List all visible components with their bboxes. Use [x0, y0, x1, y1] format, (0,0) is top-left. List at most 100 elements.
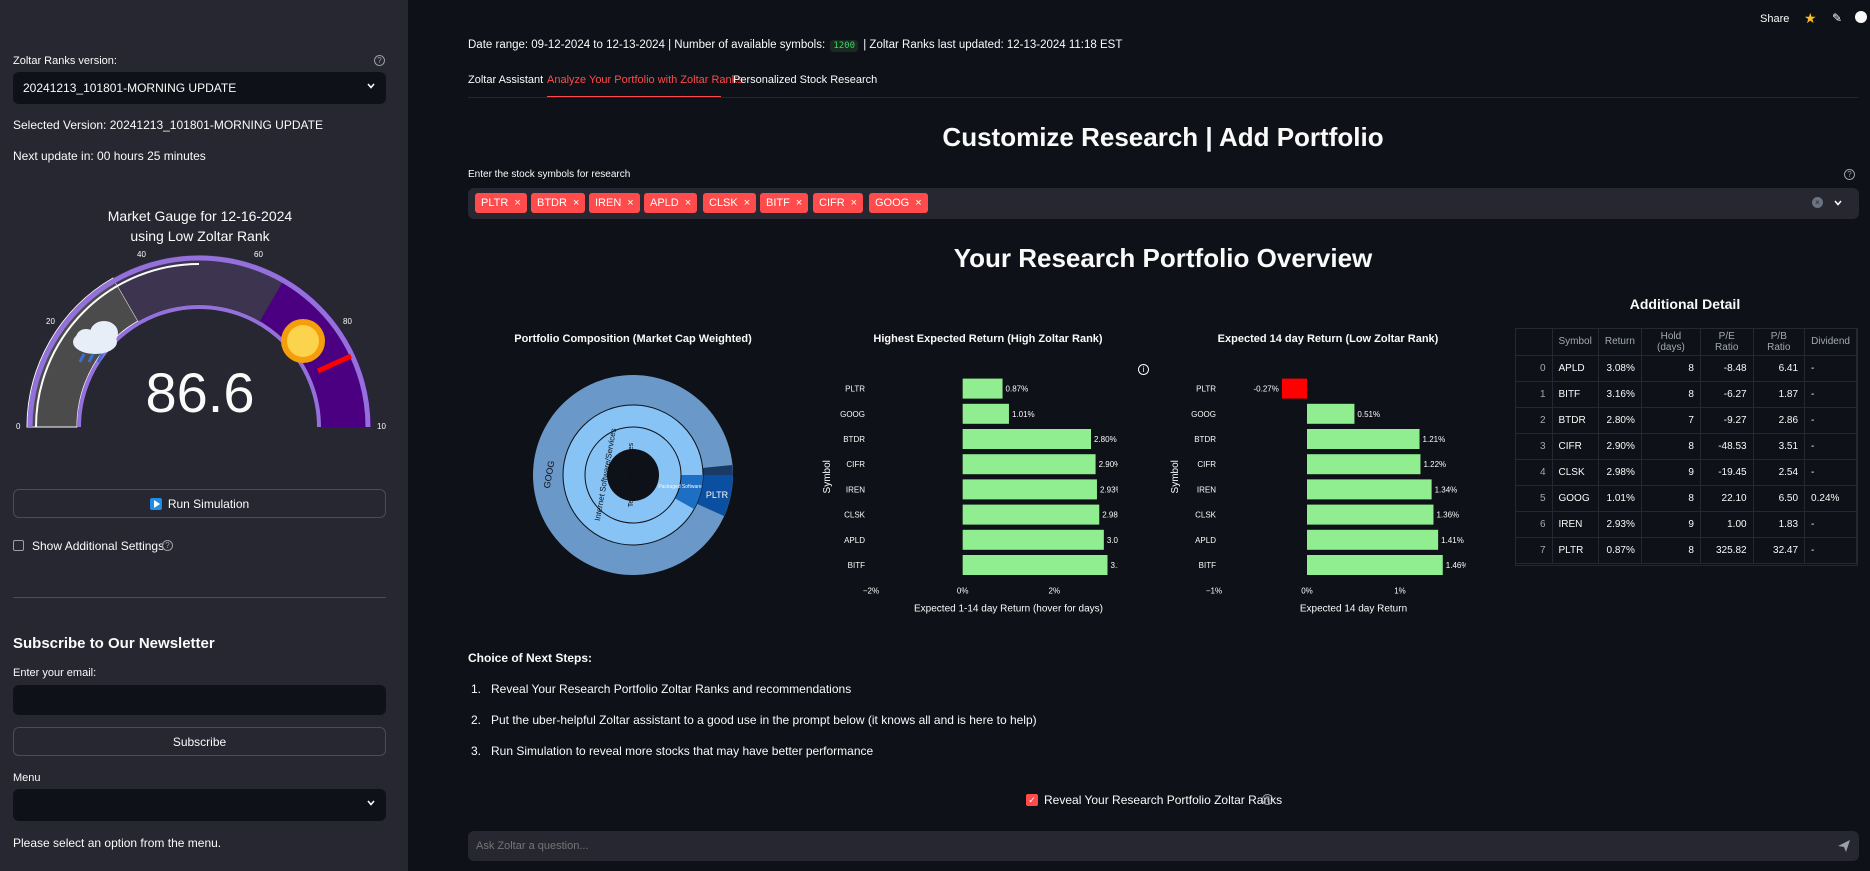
star-icon[interactable]: ★ [1804, 10, 1817, 27]
help-icon[interactable]: ? [1262, 794, 1273, 805]
close-icon[interactable]: × [627, 197, 633, 209]
table-row[interactable]: 1 BITF 3.16% 8 -6.27 1.87- [1516, 381, 1857, 408]
symbol-tag[interactable]: IREN × [589, 193, 640, 213]
table-cell: 3.51 [1753, 433, 1806, 460]
next-step-item: 1. Reveal Your Research Portfolio Zoltar … [471, 682, 852, 696]
version-select[interactable]: 20241213_101801-MORNING UPDATE [13, 72, 386, 104]
table-row[interactable]: 3 CIFR 2.90% 8 -48.53 3.51- [1516, 433, 1857, 460]
category-label: APLD [844, 536, 865, 545]
overview-title: Your Research Portfolio Overview [953, 243, 1373, 273]
symbol-tag-label: CLSK [709, 197, 738, 209]
table-cell: 3.08% [1598, 355, 1642, 382]
close-icon[interactable]: × [915, 197, 921, 209]
symbol-tag-label: GOOG [875, 197, 910, 209]
next-steps-title: Choice of Next Steps: [468, 651, 593, 665]
close-icon[interactable]: × [573, 197, 579, 209]
table-cell: 2.86 [1753, 407, 1806, 434]
close-icon[interactable]: × [514, 197, 520, 209]
data-label: 3.08% [1107, 536, 1118, 545]
column-header[interactable]: Dividend [1804, 329, 1857, 356]
column-header[interactable]: Return [1598, 329, 1642, 356]
table-row[interactable]: 2 BTDR 2.80% 7 -9.27 2.86- [1516, 407, 1857, 434]
table-cell: 0.87% [1598, 537, 1642, 564]
table-cell: - [1804, 537, 1857, 564]
chat-input[interactable] [468, 831, 1808, 861]
tab-personalized-research[interactable]: Personalized Stock Research [733, 74, 877, 86]
table-row[interactable]: 4 CLSK 2.98% 9 -19.45 2.54- [1516, 459, 1857, 486]
menu-select[interactable] [13, 789, 386, 821]
gauge-tick: 20 [46, 317, 55, 326]
bar [1307, 555, 1443, 575]
table-header-row: Symbol Return Hold (days) P/E Ratio P/B … [1516, 329, 1857, 356]
category-label: CLSK [844, 511, 866, 520]
github-icon[interactable] [1855, 11, 1867, 23]
symbol-tag[interactable]: BTDR × [531, 193, 586, 213]
help-icon[interactable]: ? [162, 540, 173, 551]
email-input[interactable] [13, 685, 386, 715]
bar [962, 378, 1003, 399]
table-cell: 2 [1516, 407, 1553, 434]
next-step-item: 3. Run Simulation to reveal more stocks t… [471, 744, 874, 758]
close-icon[interactable]: × [851, 197, 857, 209]
help-icon[interactable]: ? [374, 55, 385, 66]
detail-table-container[interactable]: Symbol Return Hold (days) P/E Ratio P/B … [1515, 328, 1858, 566]
run-simulation-button[interactable]: Run Simulation [13, 489, 386, 518]
bar [962, 403, 1009, 424]
close-icon[interactable]: × [685, 197, 691, 209]
table-cell: 8 [1641, 485, 1701, 512]
gauge-tick: 80 [343, 317, 352, 326]
bar [1307, 529, 1439, 550]
subscribe-button[interactable]: Subscribe [13, 727, 386, 756]
reveal-checkbox-label: Reveal Your Research Portfolio Zoltar Ra… [1044, 793, 1283, 807]
edit-icon[interactable]: ✎ [1832, 11, 1842, 25]
category-label: PLTR [1196, 385, 1216, 394]
sunburst-label: Packaged Software [658, 484, 702, 490]
table-row[interactable]: 7 PLTR 0.87% 8 325.82 32.47- [1516, 537, 1857, 564]
close-icon[interactable]: × [796, 197, 802, 209]
table-row[interactable]: 0 APLD 3.08% 8 -8.48 6.41- [1516, 355, 1857, 382]
tick-label: 2% [1049, 587, 1061, 596]
symbol-tag[interactable]: BITF × [760, 193, 809, 213]
help-icon[interactable]: ? [1844, 169, 1855, 180]
info-icon[interactable]: i [1138, 364, 1149, 375]
column-header[interactable] [1516, 329, 1553, 356]
symbol-tag-label: IREN [595, 197, 622, 209]
table-cell: 1 [1516, 381, 1553, 408]
table-cell: 1.83 [1753, 511, 1806, 538]
share-button[interactable]: Share [1760, 13, 1789, 25]
category-label: CIFR [846, 460, 865, 469]
chevron-down-icon[interactable] [1833, 198, 1843, 208]
symbol-tag[interactable]: GOOG × [869, 193, 928, 213]
column-header[interactable]: P/B Ratio [1753, 329, 1806, 356]
column-header[interactable]: Symbol [1552, 329, 1599, 356]
close-icon[interactable]: × [744, 197, 750, 209]
column-header[interactable]: Hold (days) [1641, 329, 1701, 356]
show-settings-checkbox[interactable] [13, 540, 24, 551]
next-step-text: Put the uber-helpful Zoltar assistant to… [491, 713, 1037, 727]
table-row[interactable]: 6 IREN 2.93% 9 1.00 1.83- [1516, 511, 1857, 538]
symbol-tag[interactable]: APLD × [644, 193, 698, 213]
column-header[interactable]: P/E Ratio [1700, 329, 1754, 356]
symbol-tag[interactable]: PLTR × [475, 193, 527, 213]
table-cell: CLSK [1552, 459, 1599, 486]
tab-analyze-portfolio[interactable]: Analyze Your Portfolio with Zoltar Ranks [547, 74, 743, 86]
table-cell: 7 [1641, 407, 1701, 434]
selected-version-text: Selected Version: 20241213_101801-MORNIN… [13, 118, 323, 132]
table-row[interactable]: 5 GOOG 1.01% 8 22.10 6.50 0.24% [1516, 485, 1857, 512]
symbol-tag[interactable]: CLSK × [703, 193, 757, 213]
symbols-count-badge: 1200 [830, 40, 859, 52]
data-label: 0.51% [1357, 410, 1380, 419]
symbol-tag[interactable]: CIFR × [813, 193, 864, 213]
reveal-checkbox[interactable]: ✓ [1026, 794, 1038, 806]
clear-all-icon[interactable]: × [1812, 197, 1823, 208]
gauge-tick: 40 [137, 250, 146, 259]
table-cell: 8 [1641, 381, 1701, 408]
category-label: GOOG [1191, 410, 1216, 419]
send-icon[interactable] [1837, 839, 1851, 853]
table-cell: 1.87 [1753, 381, 1806, 408]
email-label: Enter your email: [13, 667, 97, 679]
tab-zoltar-assistant[interactable]: Zoltar Assistant [468, 74, 543, 86]
table-cell: 32.47 [1753, 537, 1806, 564]
category-label: BITF [848, 561, 865, 570]
symbol-tag-label: BITF [766, 197, 790, 209]
